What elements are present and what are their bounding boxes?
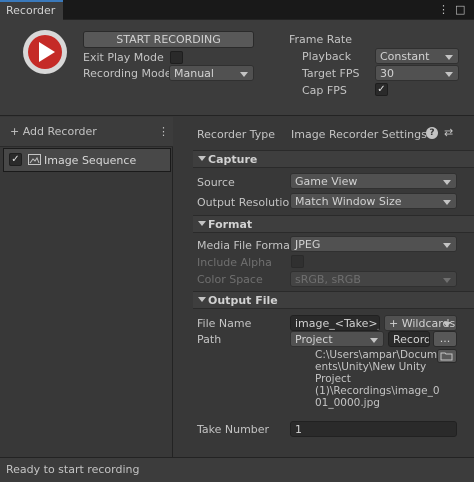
maximize-icon[interactable]: □ [455,3,465,16]
chevron-down-icon [443,322,451,327]
output-file-section-header[interactable]: Output File [193,291,474,309]
chevron-down-icon [445,55,453,60]
capture-section-header[interactable]: Capture [193,150,474,168]
folder-icon [440,352,453,361]
playback-dropdown[interactable]: Constant [375,48,459,64]
start-recording-label: START RECORDING [116,33,221,46]
recording-mode-dropdown[interactable]: Manual [169,65,254,81]
color-space-value: sRGB, sRGB [295,273,361,286]
browse-button[interactable]: ... [433,331,457,347]
check-icon: ✓ [377,84,386,95]
recorder-enabled-checkbox[interactable]: ✓ [9,153,22,166]
check-icon: ✓ [11,154,20,165]
path-record-input[interactable]: Record [388,331,430,347]
take-number-label: Take Number [197,423,270,436]
play-icon [39,42,55,62]
source-dropdown[interactable]: Game View [290,173,457,189]
output-resolution-label: Output Resolution [197,196,297,209]
color-space-dropdown: sRGB, sRGB [290,271,457,287]
playback-label: Playback [302,50,352,63]
output-resolution-value: Match Window Size [295,195,402,208]
media-format-value: JPEG [295,238,321,251]
chevron-down-icon [443,180,451,185]
image-icon [28,154,41,165]
chevron-down-icon [443,243,451,248]
take-number-value: 1 [295,423,302,436]
path-line: 01_0000.jpg [315,397,380,409]
chevron-down-icon [198,156,206,161]
frame-rate-heading: Frame Rate [289,33,352,46]
tab-recorder[interactable]: Recorder [0,0,63,20]
file-name-value: image_<Take>_< [295,317,379,330]
path-line: ents\Unity\New Unity [315,361,427,373]
wildcards-dropdown[interactable]: + Wildcards [384,315,457,331]
add-recorder-button[interactable]: + Add Recorder [10,125,97,138]
color-space-label: Color Space [197,273,263,286]
media-format-label: Media File Format [197,239,295,252]
file-name-input[interactable]: image_<Take>_< [290,315,380,331]
list-item[interactable]: ✓ Image Sequence [3,148,171,172]
target-fps-label: Target FPS [302,67,360,80]
tab-title: Recorder [6,4,56,17]
take-number-input[interactable]: 1 [290,421,457,437]
cap-fps-label: Cap FPS [302,84,347,97]
help-glyph: ? [429,128,435,138]
chevron-down-icon [370,338,378,343]
window-menu-icon[interactable]: ⋮ [438,3,449,16]
exit-play-mode-checkbox[interactable] [170,51,183,64]
tab-bar [0,0,474,20]
path-line: C:\Users\ampar\Docum [315,349,438,361]
path-label: Path [197,333,222,346]
output-resolution-dropdown[interactable]: Match Window Size [290,193,457,209]
capture-heading: Capture [208,153,258,166]
source-value: Game View [295,175,358,188]
target-fps-value: 30 [380,67,394,80]
chevron-down-icon [240,72,248,77]
help-icon[interactable]: ? [426,127,438,139]
preset-icon[interactable]: ⇄ [444,126,453,139]
start-recording-button[interactable]: START RECORDING [83,31,254,48]
recording-mode-value: Manual [174,67,214,80]
include-alpha-checkbox [291,255,304,268]
media-format-dropdown[interactable]: JPEG [290,236,457,252]
chevron-down-icon [443,278,451,283]
exit-play-mode-label: Exit Play Mode [83,51,164,64]
output-file-heading: Output File [208,294,278,307]
status-bar: Ready to start recording [0,457,474,482]
include-alpha-label: Include Alpha [197,256,272,269]
status-text: Ready to start recording [6,463,140,476]
source-label: Source [197,176,235,189]
chevron-down-icon [445,72,453,77]
chevron-down-icon [443,200,451,205]
add-recorder-bar: + Add Recorder ⋮ [0,117,173,147]
path-value: Project [295,333,333,346]
output-path-text: C:\Users\ampar\Docum ents\Unity\New Unit… [315,349,440,409]
path-record-value: Record [393,333,430,346]
open-folder-button[interactable] [437,349,457,363]
recording-mode-label: Recording Mode [83,67,172,80]
chevron-down-icon [198,221,206,226]
playback-value: Constant [380,50,430,63]
cap-fps-checkbox[interactable]: ✓ [375,83,388,96]
recorder-type-label: Recorder Type [197,128,276,141]
file-name-label: File Name [197,317,252,330]
target-fps-dropdown[interactable]: 30 [375,65,459,81]
path-line: (1)\Recordings\image_0 [315,385,440,397]
browse-label: ... [439,332,451,345]
recorder-type-value: Image Recorder Settings [291,128,427,141]
format-heading: Format [208,218,253,231]
chevron-down-icon [198,297,206,302]
path-line: Project [315,373,351,385]
recorder-list-menu-icon[interactable]: ⋮ [158,125,169,138]
path-dropdown[interactable]: Project [290,331,384,347]
recorder-item-label: Image Sequence [44,154,137,167]
format-section-header[interactable]: Format [193,215,474,233]
